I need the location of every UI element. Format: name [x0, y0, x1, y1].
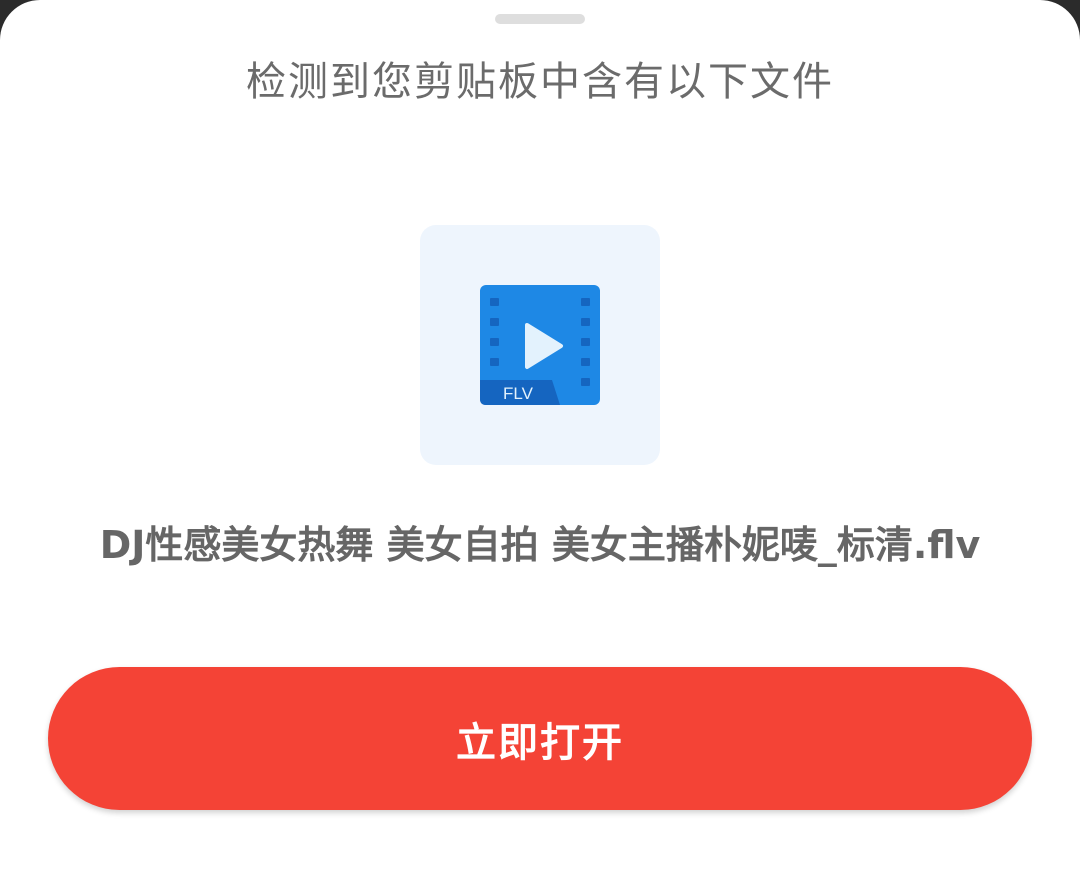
open-now-button[interactable]: 立即打开 — [48, 667, 1032, 810]
file-preview-card: FLV — [420, 225, 660, 465]
drag-handle[interactable] — [495, 14, 585, 24]
sheet-title: 检测到您剪贴板中含有以下文件 — [246, 59, 834, 105]
flv-badge-label: FLV — [503, 384, 534, 403]
file-name: DJ性感美女热舞 美女自拍 美女主播朴妮唛_标清.flv — [99, 523, 981, 567]
flv-video-file-icon: FLV — [480, 285, 600, 405]
open-now-label: 立即打开 — [456, 719, 624, 766]
clipboard-file-sheet: 检测到您剪贴板中含有以下文件 FLV DJ性感美女热舞 美女自拍 美女主播朴妮唛… — [0, 0, 1080, 891]
